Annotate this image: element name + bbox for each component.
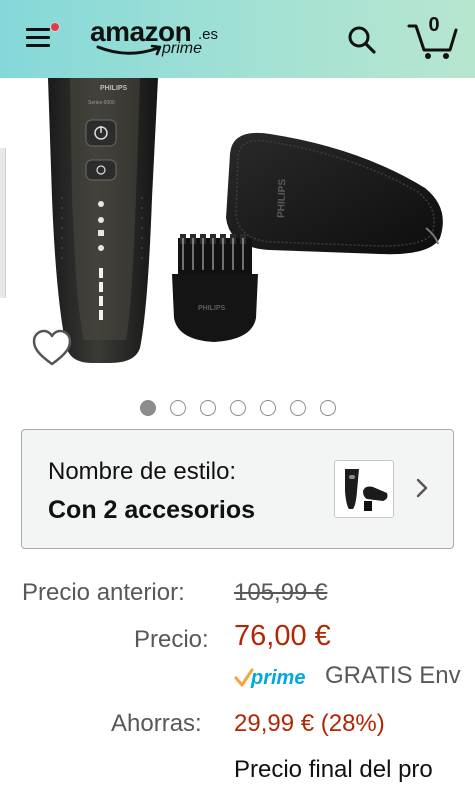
top-header: amazon .es prime 0 bbox=[0, 0, 475, 78]
menu-icon-bar bbox=[26, 44, 50, 47]
price-value: 76,00 € bbox=[234, 620, 331, 652]
heart-icon bbox=[32, 329, 72, 366]
prime-text: prime bbox=[250, 667, 305, 689]
search-icon bbox=[348, 26, 376, 54]
carousel-dot[interactable] bbox=[200, 400, 216, 416]
menu-button[interactable] bbox=[26, 22, 62, 56]
chevron-right-icon bbox=[412, 476, 432, 500]
style-label: Nombre de estilo: bbox=[48, 458, 237, 485]
carousel-indicator[interactable] bbox=[140, 400, 336, 416]
carousel-dot-active[interactable] bbox=[140, 400, 156, 416]
carousel-dot[interactable] bbox=[170, 400, 186, 416]
trimmer-brand-text: PHILIPS bbox=[198, 305, 226, 312]
style-value: Con 2 accesorios bbox=[48, 496, 256, 524]
shipping-text[interactable]: GRATIS Env bbox=[325, 662, 461, 690]
wishlist-button[interactable] bbox=[30, 328, 74, 368]
savings-label: Ahorras: bbox=[111, 710, 202, 737]
cart-button[interactable]: 0 bbox=[406, 14, 460, 60]
old-price-value: 105,99 € bbox=[234, 579, 328, 606]
carousel-dot[interactable] bbox=[290, 400, 306, 416]
savings-value: 29,99 € (28%) bbox=[234, 710, 385, 737]
search-button[interactable] bbox=[346, 24, 378, 56]
shaver-brand-text: PHILIPS bbox=[100, 85, 128, 92]
prime-check-icon: prime bbox=[234, 667, 305, 689]
old-price-label: Precio anterior: bbox=[22, 579, 185, 606]
style-thumbnail bbox=[334, 460, 394, 518]
menu-icon-bar bbox=[26, 36, 50, 39]
carousel-dot[interactable] bbox=[260, 400, 276, 416]
final-price-text: Precio final del pro bbox=[234, 756, 433, 783]
cart-count: 0 bbox=[428, 14, 440, 36]
style-selector[interactable]: Nombre de estilo: Con 2 accesorios bbox=[21, 429, 454, 549]
shaver-series-text: Series 6000 bbox=[88, 100, 115, 106]
case-brand-text: PHILIPS bbox=[276, 179, 288, 219]
product-image-gallery[interactable]: PHILIPS Series 6000 PHILIPS PHILIPS bbox=[0, 78, 475, 390]
notification-dot bbox=[50, 22, 60, 32]
price-label: Precio: bbox=[134, 626, 209, 653]
style-thumbnail-image bbox=[345, 469, 388, 511]
carousel-dot[interactable] bbox=[320, 400, 336, 416]
carousel-dot[interactable] bbox=[230, 400, 246, 416]
menu-icon-bar bbox=[26, 28, 50, 31]
prime-badge[interactable]: prime bbox=[234, 664, 324, 690]
logo-prime: prime bbox=[162, 40, 203, 57]
amazon-logo[interactable]: amazon .es prime bbox=[90, 14, 230, 64]
smile-arrow-icon bbox=[96, 44, 162, 56]
